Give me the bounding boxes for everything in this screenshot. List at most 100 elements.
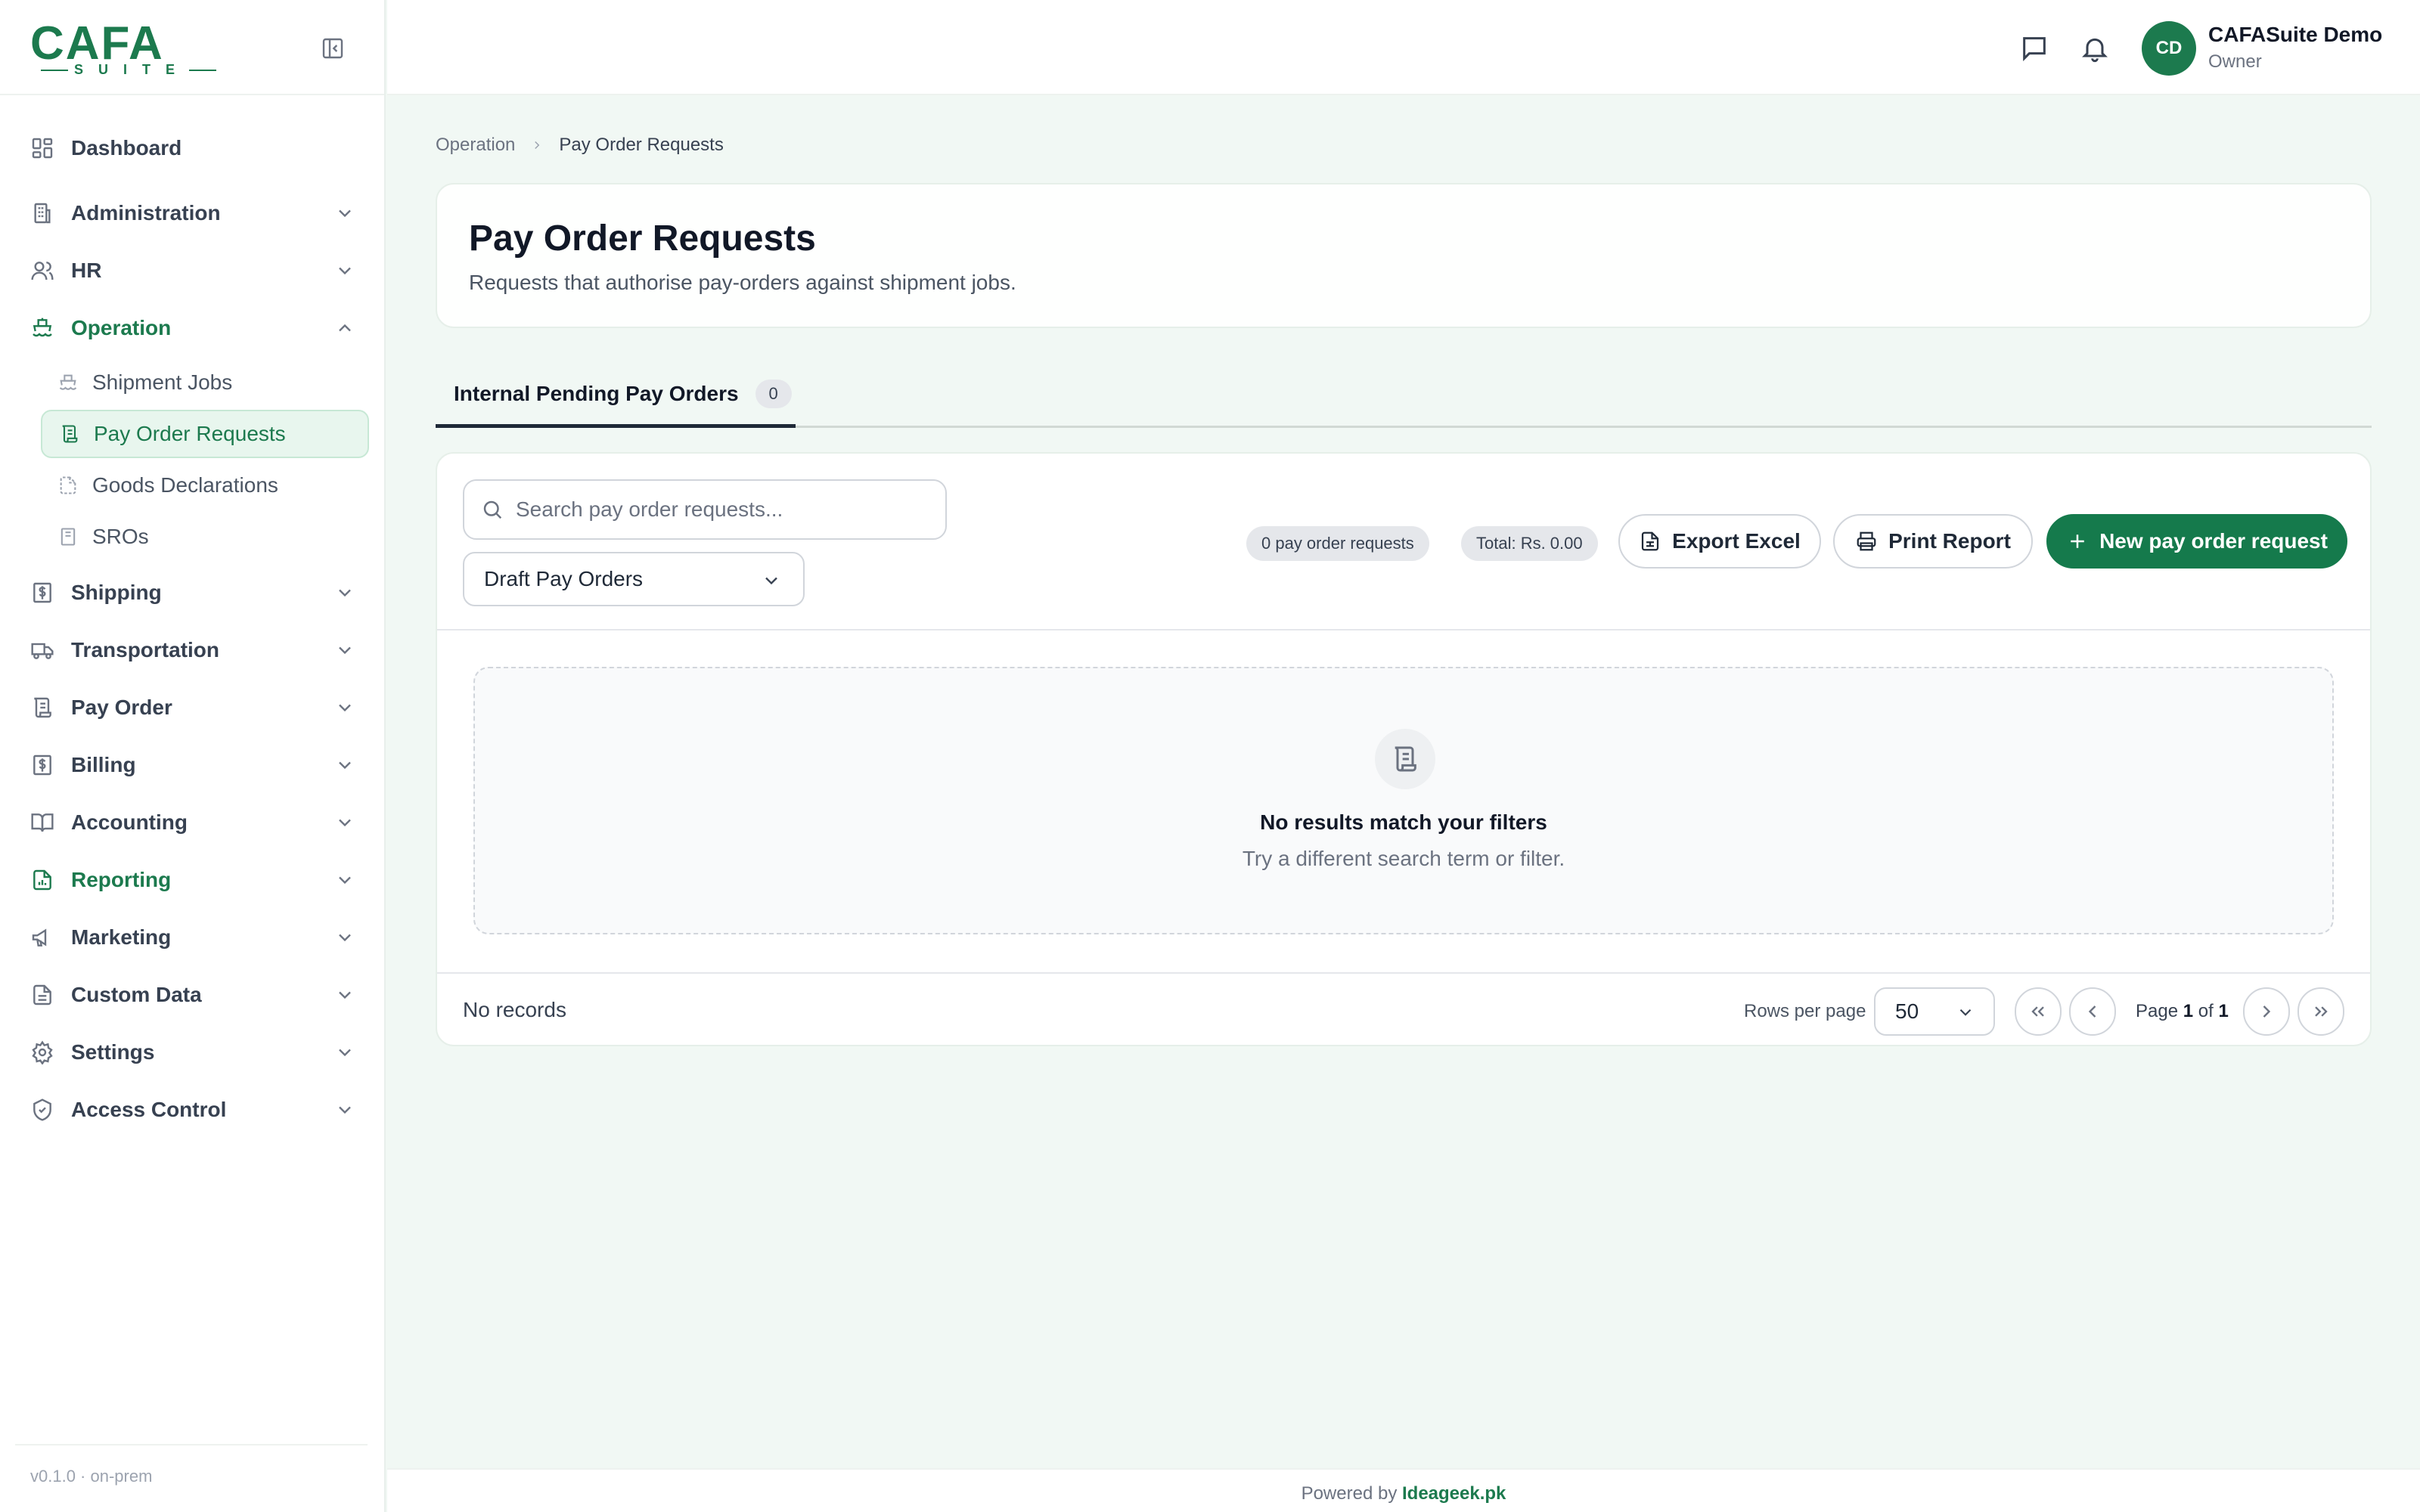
search-input[interactable] (516, 497, 939, 522)
avatar[interactable]: CD (2142, 21, 2196, 76)
search-box[interactable] (463, 479, 947, 540)
print-report-button[interactable]: Print Report (1833, 514, 2033, 569)
sidebar-item-marketing[interactable]: Marketing (30, 915, 355, 960)
shield-icon (33, 1098, 51, 1121)
sidebar-item-custom-data[interactable]: Custom Data (30, 972, 355, 1018)
billing-icon (33, 754, 51, 776)
breadcrumb: Operation Pay Order Requests (436, 135, 724, 156)
empty-state-title: No results match your filters (1260, 810, 1547, 834)
sidebar-item-hr[interactable]: HR (30, 248, 355, 293)
new-pay-order-request-button[interactable]: New pay order request (2046, 514, 2347, 569)
chevron-right-icon (2263, 1005, 2271, 1018)
chevron-down-icon (765, 577, 777, 585)
results-panel: Draft Pay Orders 0 pay order requests To… (436, 452, 2372, 1046)
receipt-icon (33, 582, 51, 603)
tab-internal-pending-pay-orders[interactable]: Internal Pending Pay Orders 0 (436, 363, 796, 428)
chevron-down-icon (1959, 1009, 1972, 1016)
chevron-down-icon (339, 761, 351, 770)
sidebar-item-access-control[interactable]: Access Control (30, 1087, 355, 1132)
user-name[interactable]: CAFASuite Demo (2208, 23, 2382, 47)
sidebar: CAFA SUITE Dashboard Administration HR O… (0, 0, 386, 1512)
sidebar-item-billing[interactable]: Billing (30, 742, 355, 788)
rows-per-page-select[interactable]: 50 (1874, 987, 1995, 1036)
user-role: Owner (2208, 51, 2262, 72)
users-icon (31, 262, 54, 280)
sidebar-item-accounting[interactable]: Accounting (30, 800, 355, 845)
sidebar-subitem-shipment-jobs[interactable]: Shipment Jobs (41, 358, 369, 407)
sidebar-subitem-goods-declarations[interactable]: Goods Declarations (41, 461, 369, 510)
sidebar-item-label: Shipping (71, 581, 162, 604)
sidebar-item-dashboard[interactable]: Dashboard (30, 125, 355, 171)
previous-page-button[interactable] (2069, 987, 2116, 1036)
empty-state-hint: Try a different search term or filter. (1242, 847, 1565, 870)
version-label: v0.1.0 · on-prem (30, 1467, 153, 1486)
chevron-down-icon (339, 934, 351, 942)
book-icon (60, 528, 76, 546)
sidebar-item-label: Settings (71, 1040, 155, 1064)
tab-bar: Internal Pending Pay Orders 0 (436, 363, 2372, 428)
company-link[interactable]: Ideageek.pk (1402, 1483, 1506, 1504)
book-open-icon (31, 813, 54, 832)
chevron-down-icon (339, 1049, 351, 1057)
sidebar-item-label: Administration (71, 201, 221, 225)
tab-label: Internal Pending Pay Orders (454, 381, 739, 405)
brand-logo[interactable]: CAFA SUITE (30, 17, 216, 80)
tab-count-badge: 0 (755, 379, 792, 408)
scroll-icon (62, 425, 78, 443)
status-filter-value: Draft Pay Orders (484, 567, 644, 590)
sidebar-item-label: Reporting (71, 868, 172, 891)
collapse-sidebar-icon[interactable] (321, 36, 345, 60)
rows-per-page-value: 50 (1895, 999, 1919, 1023)
first-page-button[interactable] (2015, 987, 2062, 1036)
count-pill: 0 pay order requests (1246, 526, 1429, 561)
page-total: 1 (2218, 1001, 2229, 1021)
logo-area: CAFA SUITE (0, 0, 384, 95)
divider (437, 629, 2370, 631)
next-page-button[interactable] (2243, 987, 2290, 1036)
spreadsheet-icon (1642, 531, 1659, 551)
sidebar-subitem-pay-order-requests[interactable]: Pay Order Requests (41, 410, 369, 458)
status-filter-select[interactable]: Draft Pay Orders (463, 552, 805, 606)
page-current: 1 (2183, 1001, 2194, 1021)
export-excel-label: Export Excel (1672, 529, 1801, 553)
sidebar-item-label: Billing (71, 753, 136, 776)
file-icon (33, 984, 51, 1005)
chevron-down-icon (339, 1106, 351, 1114)
sidebar-item-settings[interactable]: Settings (30, 1030, 355, 1075)
sidebar-item-label: Custom Data (71, 983, 202, 1006)
sidebar-item-pay-order[interactable]: Pay Order (30, 685, 355, 730)
file-dashed-icon (60, 476, 76, 494)
new-pay-order-request-label: New pay order request (2099, 529, 2328, 553)
last-page-button[interactable] (2297, 987, 2344, 1036)
chat-icon[interactable] (2019, 33, 2049, 64)
breadcrumb-parent[interactable]: Operation (436, 135, 515, 156)
bell-icon[interactable] (2080, 33, 2110, 64)
footer: Powered by Ideageek.pk (387, 1468, 2420, 1512)
chevron-down-icon (339, 209, 351, 218)
scroll-icon (34, 697, 51, 718)
page-indicator: Page 1 of 1 (2136, 1001, 2229, 1022)
sidebar-item-shipping[interactable]: Shipping (30, 570, 355, 615)
sidebar-item-label: Accounting (71, 810, 188, 834)
empty-state-icon-wrap (1375, 729, 1435, 789)
ship-icon (33, 318, 52, 337)
sidebar-item-reporting[interactable]: Reporting (30, 857, 355, 903)
sidebar-item-operation[interactable]: Operation (30, 305, 355, 351)
gear-icon (32, 1040, 53, 1064)
chevrons-right-icon (2315, 1006, 2328, 1017)
sidebar-item-label: Marketing (71, 925, 172, 949)
records-count: No records (463, 998, 566, 1021)
chevron-down-icon (339, 876, 351, 885)
divider (15, 1444, 368, 1445)
sidebar-item-label: Access Control (71, 1098, 227, 1121)
export-excel-button[interactable]: Export Excel (1618, 514, 1821, 569)
sidebar-subitem-sros[interactable]: SROs (41, 513, 369, 561)
sidebar-item-transportation[interactable]: Transportation (30, 627, 355, 673)
chevron-down-icon (339, 646, 351, 655)
divider (437, 972, 2370, 974)
sidebar-subitem-label: SROs (92, 525, 149, 548)
sidebar-item-administration[interactable]: Administration (30, 191, 355, 236)
page-title: Pay Order Requests (469, 218, 816, 259)
sidebar-item-label: Dashboard (71, 136, 182, 160)
truck-icon (31, 643, 54, 659)
